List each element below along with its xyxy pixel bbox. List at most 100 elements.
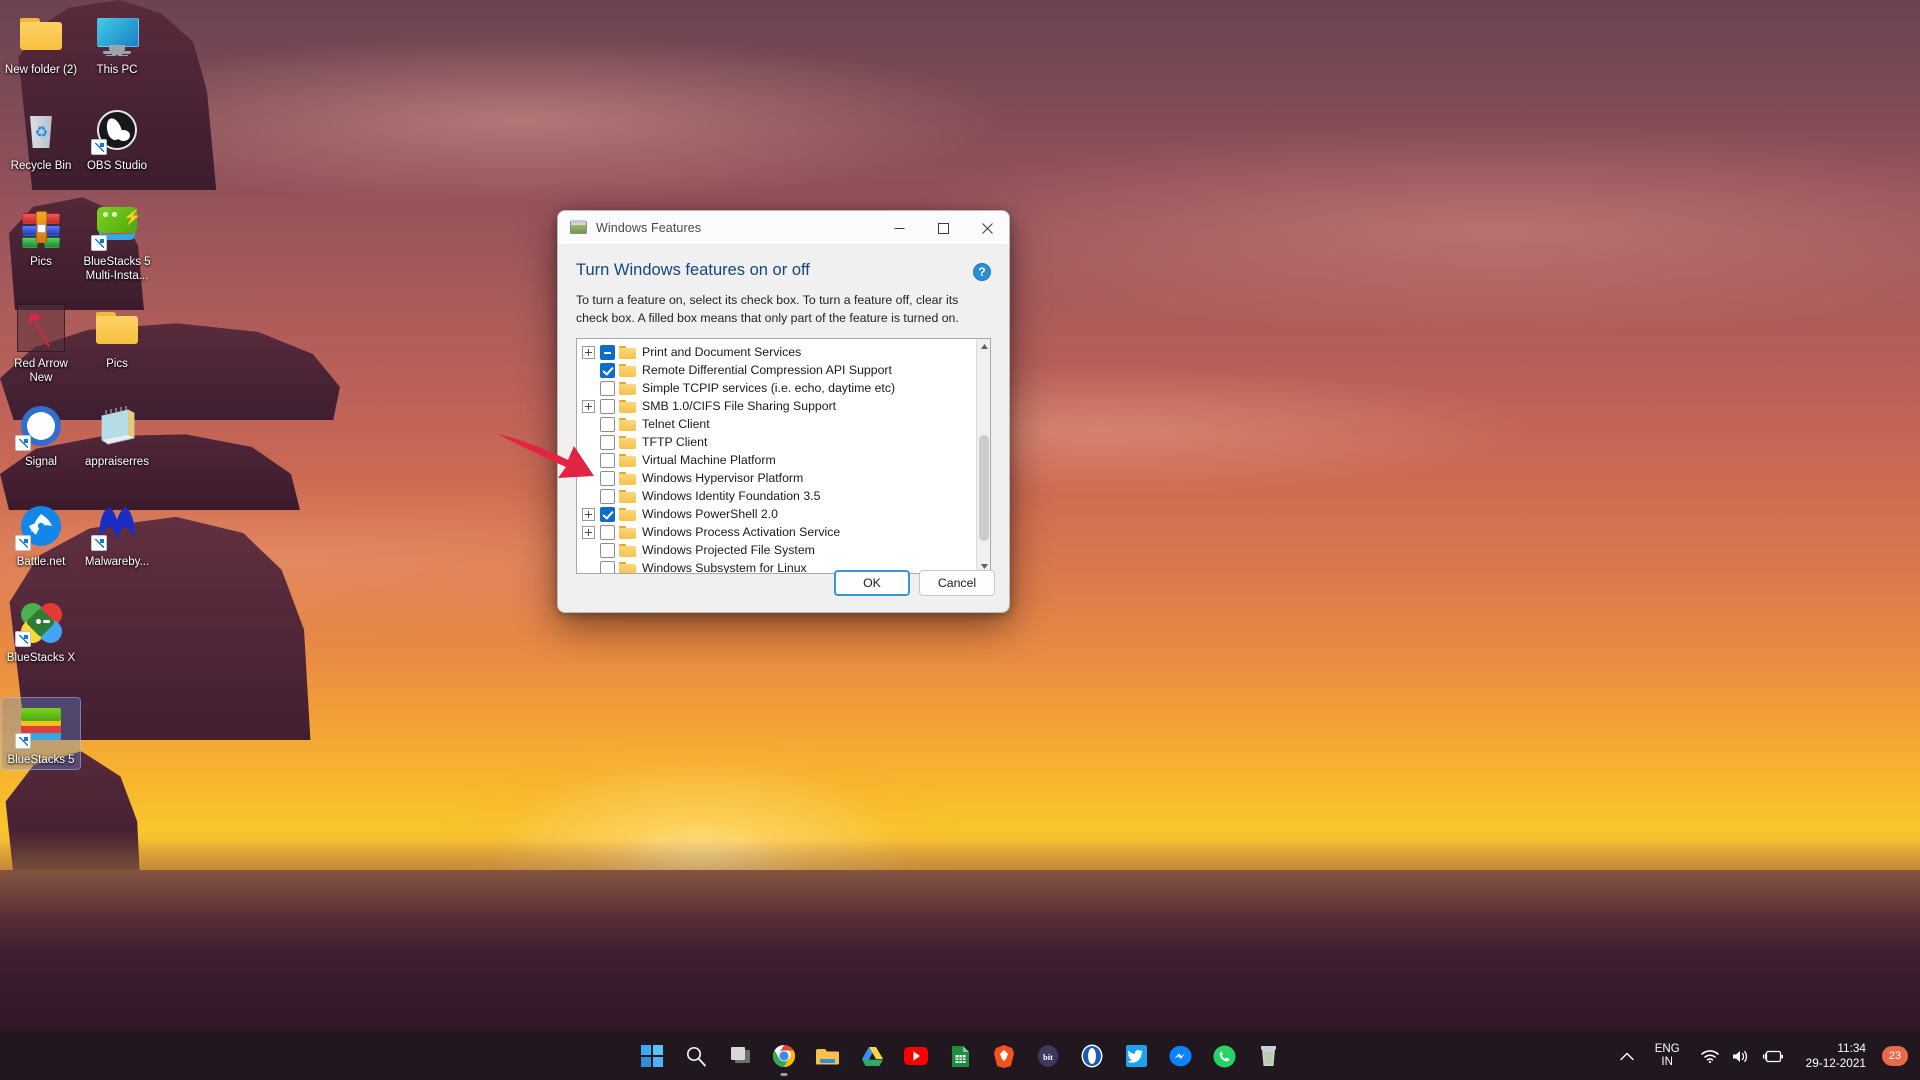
help-icon[interactable]: ?	[973, 263, 991, 281]
feature-label: Windows Process Activation Service	[642, 525, 841, 539]
desktop-icon-signal[interactable]: Signal	[2, 402, 80, 469]
desktop-icon-bluestacks-5[interactable]: BlueStacks 5	[1, 697, 81, 770]
desktop-icon-malwarebytes[interactable]: Malwareby...	[78, 502, 156, 569]
notification-badge[interactable]: 23	[1882, 1046, 1908, 1066]
recycle-bin-taskbar-button[interactable]	[1246, 1034, 1290, 1078]
desktop-icon-new-folder-2[interactable]: New folder (2)	[2, 10, 80, 77]
start-button[interactable]	[630, 1034, 674, 1078]
feature-checkbox[interactable]	[600, 344, 615, 360]
ok-button[interactable]: OK	[834, 570, 910, 596]
scroll-up-arrow-icon[interactable]	[977, 339, 990, 353]
feature-row[interactable]: Windows Hypervisor Platform	[577, 469, 976, 487]
feature-list-scrollbar[interactable]	[976, 339, 990, 573]
feature-label: Print and Document Services	[642, 345, 802, 359]
feature-row[interactable]: Telnet Client	[577, 415, 976, 433]
feature-checkbox[interactable]	[600, 416, 615, 432]
search-button[interactable]	[674, 1034, 718, 1078]
shortcut-overlay-icon	[15, 535, 31, 551]
feature-checkbox[interactable]	[600, 524, 615, 540]
language-indicator[interactable]: ENG IN	[1640, 1036, 1695, 1076]
minimize-button[interactable]	[877, 211, 921, 245]
desktop-icon-pics-folder[interactable]: Pics	[78, 304, 156, 371]
chrome-button[interactable]	[762, 1034, 806, 1078]
feature-row[interactable]: Windows PowerShell 2.0	[577, 505, 976, 523]
desktop-icon-bluestacks-multi-instance[interactable]: ⚡ BlueStacks 5 Multi-Insta...	[78, 202, 156, 283]
feature-row[interactable]: Remote Differential Compression API Supp…	[577, 361, 976, 379]
close-button[interactable]	[965, 211, 1009, 245]
file-explorer-button[interactable]	[806, 1034, 850, 1078]
feature-checkbox[interactable]	[600, 380, 615, 396]
feature-tree-list[interactable]: Print and Document Services Remote Differ…	[576, 338, 991, 574]
google-drive-button[interactable]	[850, 1034, 894, 1078]
show-hidden-icons-button[interactable]	[1614, 1036, 1640, 1076]
expander-spacer	[582, 418, 595, 431]
messenger-button[interactable]	[1158, 1034, 1202, 1078]
opera-button[interactable]	[1070, 1034, 1114, 1078]
expander-spacer	[582, 382, 595, 395]
windows-features-dialog[interactable]: Windows Features Turn Windows features o…	[557, 210, 1010, 613]
desktop-icon-label: Malwareby...	[84, 556, 150, 568]
desktop-icon-recycle-bin[interactable]: ♻ Recycle Bin	[2, 106, 80, 173]
whatsapp-button[interactable]	[1202, 1034, 1246, 1078]
brave-button[interactable]	[982, 1034, 1026, 1078]
desktop-icon-this-pc[interactable]: This PC	[78, 10, 156, 77]
feature-checkbox[interactable]	[600, 434, 615, 450]
feature-row[interactable]: Simple TCPIP services (i.e. echo, daytim…	[577, 379, 976, 397]
folder-icon	[619, 507, 636, 521]
bluestacks-x-icon	[15, 598, 65, 647]
folder-icon	[619, 525, 636, 539]
feature-row[interactable]: Virtual Machine Platform	[577, 451, 976, 469]
desktop-icon-label: BlueStacks X	[6, 652, 76, 664]
expand-plus-icon[interactable]	[582, 525, 595, 539]
speaker-icon[interactable]	[1725, 1036, 1756, 1076]
desktop-icon-appraiserres[interactable]: appraiserres	[78, 402, 156, 469]
feature-label: Simple TCPIP services (i.e. echo, daytim…	[642, 381, 896, 395]
feature-checkbox[interactable]	[600, 470, 615, 486]
desktop-icon-label: Red Arrow New	[14, 358, 68, 384]
expand-plus-icon[interactable]	[582, 399, 595, 413]
task-view-button[interactable]	[718, 1034, 762, 1078]
feature-label: SMB 1.0/CIFS File Sharing Support	[642, 399, 837, 413]
taskbar[interactable]: bit ENG IN 11:34 29-12-2021 23	[0, 1032, 1920, 1080]
battery-charging-icon[interactable]	[1756, 1036, 1790, 1076]
folder-icon	[17, 10, 65, 58]
obs-studio-icon	[91, 106, 141, 155]
taskbar-center-icons: bit	[630, 1032, 1290, 1080]
wifi-icon[interactable]	[1695, 1036, 1725, 1076]
language-primary: ENG	[1654, 1043, 1680, 1055]
feature-tree-rows: Print and Document Services Remote Differ…	[577, 339, 976, 573]
desktop-icon-pics-archive[interactable]: Pics	[2, 202, 80, 269]
desktop[interactable]: New folder (2) This PC ♻ Recycle Bin OBS…	[0, 0, 1920, 1080]
desktop-icon-bluestacks-x[interactable]: BlueStacks X	[2, 598, 80, 665]
feature-checkbox[interactable]	[600, 506, 615, 522]
desktop-icon-obs-studio[interactable]: OBS Studio	[78, 106, 156, 173]
feature-checkbox[interactable]	[600, 452, 615, 468]
desktop-icon-red-arrow-new[interactable]: Red Arrow New	[2, 304, 80, 385]
desktop-icon-battle-net[interactable]: Battle.net	[2, 502, 80, 569]
twitter-button[interactable]	[1114, 1034, 1158, 1078]
scrollbar-thumb[interactable]	[979, 435, 989, 541]
desktop-icon-label: Signal	[25, 456, 57, 468]
feature-checkbox[interactable]	[600, 362, 615, 378]
expand-plus-icon[interactable]	[582, 507, 595, 521]
bit-button[interactable]: bit	[1026, 1034, 1070, 1078]
maximize-button[interactable]	[921, 211, 965, 245]
feature-row[interactable]: Windows Process Activation Service	[577, 523, 976, 541]
feature-row[interactable]: TFTP Client	[577, 433, 976, 451]
shortcut-overlay-icon	[91, 235, 107, 251]
notepad-document-icon	[93, 402, 141, 450]
dialog-titlebar[interactable]: Windows Features	[558, 211, 1009, 245]
dialog-heading: Turn Windows features on or off ?	[576, 261, 991, 281]
feature-row[interactable]: Print and Document Services	[577, 343, 976, 361]
google-sheets-button[interactable]	[938, 1034, 982, 1078]
feature-row[interactable]: Windows Identity Foundation 3.5	[577, 487, 976, 505]
expand-plus-icon[interactable]	[582, 345, 595, 359]
youtube-button[interactable]	[894, 1034, 938, 1078]
system-tray: ENG IN 11:34 29-12-2021 23	[1614, 1032, 1912, 1080]
feature-checkbox[interactable]	[600, 398, 615, 414]
desktop-icon-label: Battle.net	[16, 556, 66, 568]
feature-checkbox[interactable]	[600, 488, 615, 504]
feature-row[interactable]: SMB 1.0/CIFS File Sharing Support	[577, 397, 976, 415]
clock-date[interactable]: 11:34 29-12-2021	[1790, 1036, 1880, 1076]
cancel-button[interactable]: Cancel	[919, 570, 995, 596]
